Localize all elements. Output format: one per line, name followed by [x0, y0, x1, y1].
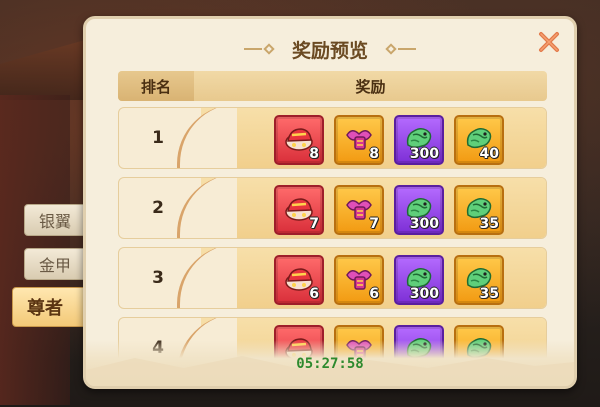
reward-item[interactable]: 300	[394, 185, 444, 235]
countdown-timer: 05:27:58	[296, 356, 364, 372]
reward-quantity: 6	[309, 286, 319, 302]
table-header: 排名 奖励	[118, 71, 547, 101]
reward-item[interactable]: 35	[454, 255, 504, 305]
close-button[interactable]	[536, 29, 562, 55]
panel-footer: 05:27:58	[86, 340, 574, 386]
reward-quantity: 300	[409, 216, 439, 232]
title-ornament-right	[384, 43, 416, 55]
header-rank: 排名	[118, 71, 194, 101]
reward-quantity: 7	[369, 216, 379, 232]
tab-label: 尊者	[27, 298, 63, 319]
title-row: 奖励预览	[86, 35, 574, 63]
reward-quantity: 35	[479, 216, 499, 232]
reward-list[interactable]: 1883004027730035366300354	[118, 107, 547, 362]
reward-item[interactable]: 300	[394, 255, 444, 305]
reward-preview-panel: 奖励预览 排名 奖励 1883004027730035366300354 05:…	[83, 16, 577, 389]
reward-quantity: 35	[479, 286, 499, 302]
rank-row: 3 6 6 300 35	[118, 247, 547, 309]
reward-item[interactable]: 7	[274, 185, 324, 235]
panel-title: 奖励预览	[291, 39, 368, 62]
rank-row: 2 7 7 300 35	[118, 177, 547, 239]
rank-row: 1 8 8 300 40	[118, 107, 547, 169]
reward-item[interactable]: 6	[334, 255, 384, 305]
rank-number: 3	[152, 268, 164, 288]
reward-item[interactable]: 35	[454, 185, 504, 235]
header-reward: 奖励	[355, 77, 386, 96]
reward-item[interactable]: 8	[274, 115, 324, 165]
background-roof	[0, 40, 85, 100]
title-ornament-left	[243, 43, 276, 55]
reward-quantity: 7	[309, 216, 319, 232]
reward-item[interactable]: 6	[274, 255, 324, 305]
close-icon	[539, 32, 559, 52]
reward-item[interactable]: 8	[334, 115, 384, 165]
tab-label: 银翼	[39, 212, 72, 231]
reward-quantity: 8	[369, 146, 379, 162]
rank-number: 1	[152, 128, 164, 148]
reward-quantity: 300	[409, 146, 439, 162]
reward-quantity: 40	[479, 146, 499, 162]
reward-quantity: 8	[309, 146, 319, 162]
tab-label: 金甲	[39, 256, 72, 275]
reward-quantity: 300	[409, 286, 439, 302]
reward-quantity: 6	[369, 286, 379, 302]
rank-number: 2	[152, 198, 164, 218]
reward-item[interactable]: 7	[334, 185, 384, 235]
reward-item[interactable]: 40	[454, 115, 504, 165]
reward-item[interactable]: 300	[394, 115, 444, 165]
